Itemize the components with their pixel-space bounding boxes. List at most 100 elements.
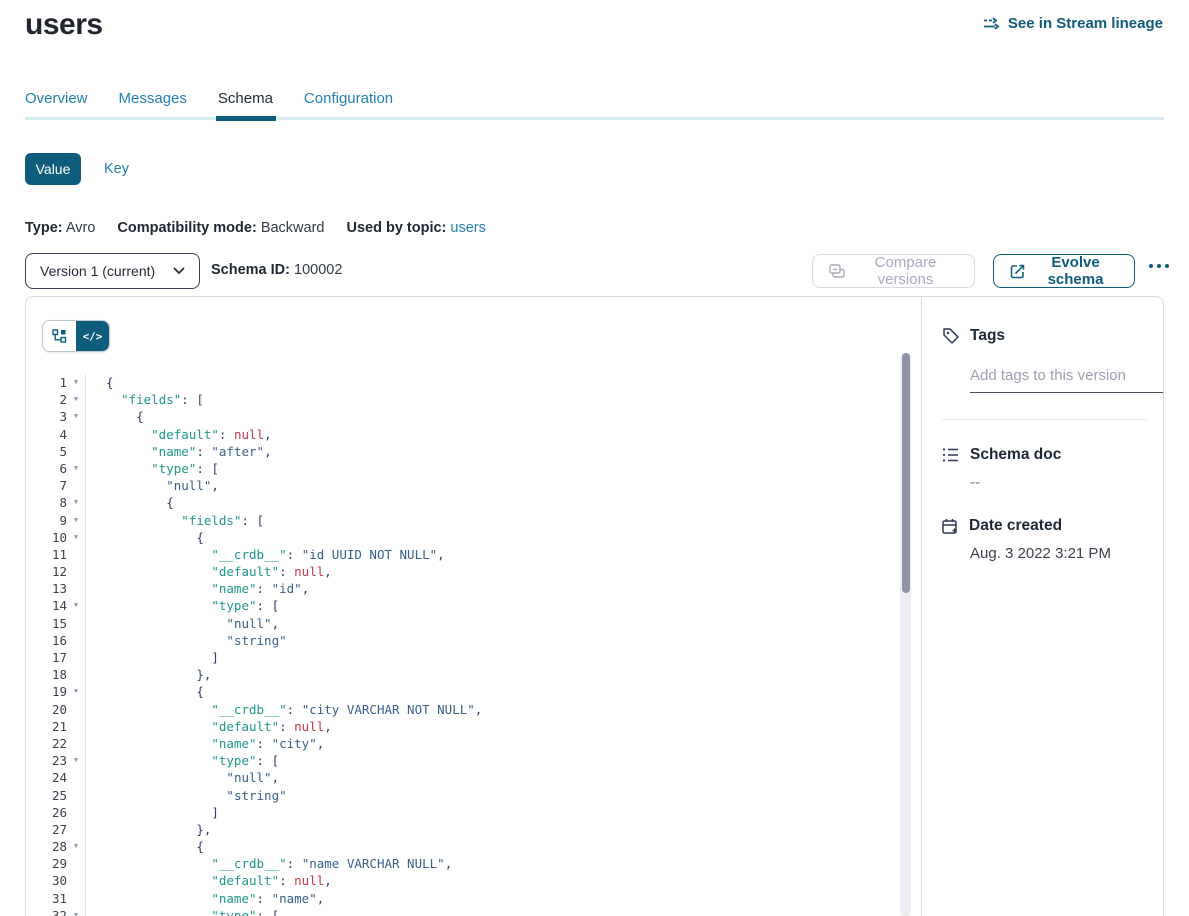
- code-line: 20 "__crdb__": "city VARCHAR NOT NULL",: [26, 701, 896, 718]
- date-created-header: Date created: [942, 517, 1146, 535]
- fold-toggle-icon[interactable]: ▼: [67, 838, 85, 855]
- fold-toggle-icon[interactable]: ▼: [67, 683, 85, 700]
- line-number: 26: [26, 804, 67, 821]
- compare-versions-button[interactable]: Compare versions: [812, 254, 975, 288]
- fold-toggle-icon[interactable]: ▼: [67, 494, 85, 511]
- see-in-stream-lineage-link[interactable]: See in Stream lineage: [984, 15, 1163, 32]
- code-line: 3▼ {: [26, 408, 896, 425]
- editor-scrollbar-thumb[interactable]: [902, 353, 910, 593]
- code-text: {: [85, 494, 896, 511]
- version-dropdown[interactable]: Version 1 (current): [25, 253, 200, 289]
- line-number: 1: [26, 374, 67, 391]
- line-number: 14: [26, 597, 67, 614]
- schema-doc-title: Schema doc: [970, 446, 1061, 464]
- code-text: "type": [: [85, 460, 896, 477]
- active-tab-underline: [216, 116, 276, 121]
- tags-section-header: Tags: [942, 327, 1146, 345]
- line-number: 16: [26, 632, 67, 649]
- line-number: 21: [26, 718, 67, 735]
- code-text: ]: [85, 804, 896, 821]
- code-line: 28▼ {: [26, 838, 896, 855]
- topic-link[interactable]: users: [450, 220, 485, 236]
- line-number: 7: [26, 477, 67, 494]
- schema-doc-value: --: [970, 474, 1146, 491]
- topic-pair: Used by topic: users: [346, 220, 485, 236]
- more-options-button[interactable]: [1149, 264, 1169, 268]
- tab-underline: [25, 117, 1164, 120]
- stream-lineage-icon: [984, 17, 1001, 30]
- line-number: 28: [26, 838, 67, 855]
- line-number: 24: [26, 769, 67, 786]
- line-number: 10: [26, 529, 67, 546]
- version-selected-value: Version 1 (current): [40, 263, 155, 279]
- fold-toggle-icon[interactable]: ▼: [67, 512, 85, 529]
- schema-doc-header: Schema doc: [942, 446, 1146, 464]
- line-number: 9: [26, 512, 67, 529]
- tag-icon: [942, 327, 960, 345]
- fold-spacer: [67, 872, 85, 889]
- add-tags-input[interactable]: [970, 365, 1163, 393]
- code-text: "default": null,: [85, 718, 896, 735]
- calendar-icon: [942, 518, 959, 535]
- view-mode-toggle: </>: [42, 320, 110, 352]
- line-number: 29: [26, 855, 67, 872]
- editor-scrollbar-track[interactable]: [900, 353, 911, 916]
- line-number: 5: [26, 443, 67, 460]
- key-toggle-link[interactable]: Key: [104, 161, 129, 177]
- fold-spacer: [67, 735, 85, 752]
- code-text: "name": "city",: [85, 735, 896, 752]
- fold-toggle-icon[interactable]: ▼: [67, 907, 85, 916]
- code-text: "type": [: [85, 597, 896, 614]
- tree-view-button[interactable]: [43, 321, 76, 351]
- fold-toggle-icon[interactable]: ▼: [67, 374, 85, 391]
- fold-toggle-icon[interactable]: ▼: [67, 597, 85, 614]
- schema-id-row: Schema ID: 100002: [211, 262, 342, 278]
- code-text: {: [85, 529, 896, 546]
- code-line: 11 "__crdb__": "id UUID NOT NULL",: [26, 546, 896, 563]
- fold-spacer: [67, 649, 85, 666]
- code-text: "null",: [85, 477, 896, 494]
- line-number: 30: [26, 872, 67, 889]
- code-text: "__crdb__": "name VARCHAR NULL",: [85, 855, 896, 872]
- fold-spacer: [67, 632, 85, 649]
- line-number: 19: [26, 683, 67, 700]
- code-line: 15 "null",: [26, 615, 896, 632]
- code-view-button[interactable]: </>: [76, 321, 109, 351]
- date-created-title: Date created: [969, 517, 1062, 535]
- code-text: {: [85, 374, 896, 391]
- code-line: 6▼ "type": [: [26, 460, 896, 477]
- schema-page: users See in Stream lineage Overview Mes…: [0, 0, 1189, 916]
- code-text: {: [85, 683, 896, 700]
- code-text: "type": [: [85, 752, 896, 769]
- schema-doc-section: Schema doc --: [942, 446, 1146, 491]
- code-line: 30 "default": null,: [26, 872, 896, 889]
- code-line: 10▼ {: [26, 529, 896, 546]
- code-line: 25 "string": [26, 787, 896, 804]
- fold-spacer: [67, 666, 85, 683]
- code-line: 31 "name": "name",: [26, 890, 896, 907]
- line-number: 2: [26, 391, 67, 408]
- line-number: 32: [26, 907, 67, 916]
- tree-view-icon: [52, 329, 67, 343]
- line-number: 11: [26, 546, 67, 563]
- evolve-schema-button[interactable]: Evolve schema: [993, 254, 1135, 288]
- code-text: "fields": [: [85, 391, 896, 408]
- line-number: 12: [26, 563, 67, 580]
- compare-versions-label: Compare versions: [853, 254, 958, 288]
- code-line: 1▼{: [26, 374, 896, 391]
- date-created-value: Aug. 3 2022 3:21 PM: [970, 545, 1146, 562]
- code-line: 14▼ "type": [: [26, 597, 896, 614]
- fold-toggle-icon[interactable]: ▼: [67, 752, 85, 769]
- value-toggle-button[interactable]: Value: [25, 153, 81, 185]
- fold-spacer: [67, 890, 85, 907]
- chevron-down-icon: [173, 267, 185, 275]
- code-text: "default": null,: [85, 872, 896, 889]
- schema-editor: </> 1▼{2▼ "fields": [3▼ {4 "default": nu…: [26, 297, 921, 916]
- line-number: 17: [26, 649, 67, 666]
- code-text: "string": [85, 632, 896, 649]
- fold-toggle-icon[interactable]: ▼: [67, 529, 85, 546]
- fold-toggle-icon[interactable]: ▼: [67, 408, 85, 425]
- schema-meta-row: Type: AvroCompatibility mode: BackwardUs…: [25, 220, 508, 236]
- fold-toggle-icon[interactable]: ▼: [67, 460, 85, 477]
- fold-toggle-icon[interactable]: ▼: [67, 391, 85, 408]
